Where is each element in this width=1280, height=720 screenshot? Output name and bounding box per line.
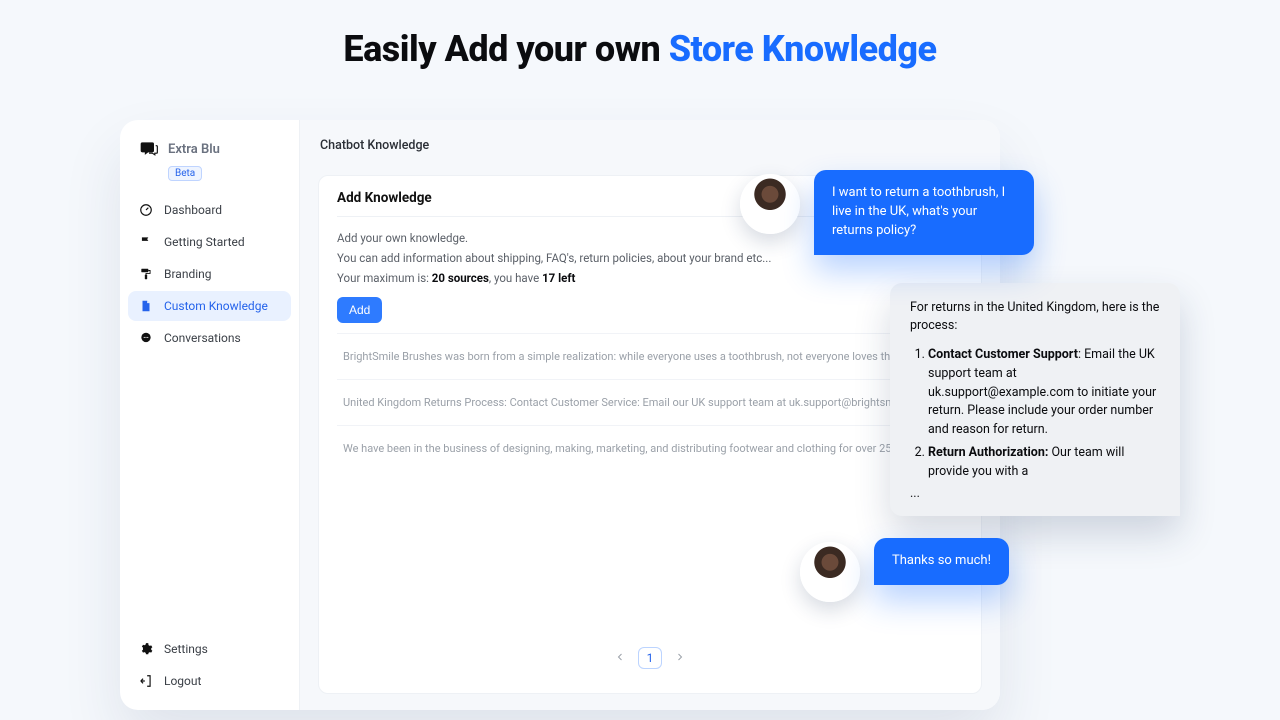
chevron-right-icon — [674, 651, 686, 663]
panel-title: Add Knowledge — [337, 190, 963, 217]
logout-icon — [138, 673, 154, 689]
panel-desc-1: Add your own knowledge. — [337, 231, 963, 245]
add-button[interactable]: Add — [337, 297, 382, 323]
sidebar-item-getting-started[interactable]: Getting Started — [128, 227, 291, 257]
pager-next[interactable] — [670, 649, 690, 668]
hero-title: Easily Add your own Store Knowledge — [0, 0, 1280, 70]
beta-badge: Beta — [168, 166, 202, 181]
pager-current[interactable]: 1 — [638, 647, 663, 669]
list-item[interactable]: United Kingdom Returns Process: Contact … — [337, 379, 963, 425]
gear-icon — [138, 641, 154, 657]
chat-icon — [138, 330, 154, 346]
sidebar-item-conversations[interactable]: Conversations — [128, 323, 291, 353]
brand-logo-icon — [138, 138, 160, 160]
sidebar: Extra Blu Beta Dashboard Getting Started — [120, 120, 300, 710]
flag-icon — [138, 234, 154, 250]
chevron-left-icon — [614, 651, 626, 663]
sidebar-item-label: Getting Started — [164, 235, 245, 249]
panel-desc-2: You can add information about shipping, … — [337, 251, 963, 265]
paint-roller-icon — [138, 266, 154, 282]
pagination: 1 — [337, 637, 963, 669]
limits-max: 20 sources — [432, 271, 489, 285]
panel-limits: Your maximum is: 20 sources, you have 17… — [337, 271, 963, 285]
sidebar-item-custom-knowledge[interactable]: Custom Knowledge — [128, 291, 291, 321]
sidebar-item-label: Conversations — [164, 331, 241, 345]
sidebar-item-logout[interactable]: Logout — [128, 666, 291, 696]
sidebar-bottom: Settings Logout — [128, 634, 291, 696]
sidebar-item-settings[interactable]: Settings — [128, 634, 291, 664]
app-window: Extra Blu Beta Dashboard Getting Started — [120, 120, 1000, 710]
sidebar-item-label: Dashboard — [164, 203, 222, 217]
add-knowledge-panel: Add Knowledge Add your own knowledge. Yo… — [318, 175, 982, 694]
list-item[interactable]: BrightSmile Brushes was born from a simp… — [337, 333, 963, 379]
knowledge-list: BrightSmile Brushes was born from a simp… — [337, 333, 963, 471]
brand-name: Extra Blu — [168, 142, 220, 157]
sidebar-nav: Dashboard Getting Started Branding Custo… — [128, 195, 291, 634]
page-title: Chatbot Knowledge — [318, 138, 982, 153]
sidebar-item-branding[interactable]: Branding — [128, 259, 291, 289]
sidebar-item-dashboard[interactable]: Dashboard — [128, 195, 291, 225]
hero-title-pre: Easily Add your own — [343, 28, 668, 70]
limits-left: 17 left — [542, 271, 575, 285]
limits-pre: Your maximum is: — [337, 271, 432, 285]
sidebar-item-label: Logout — [164, 674, 201, 688]
document-icon — [138, 298, 154, 314]
limits-have: , you have — [489, 271, 542, 285]
sidebar-item-label: Settings — [164, 642, 208, 656]
sidebar-item-label: Branding — [164, 267, 212, 281]
brand-block: Extra Blu — [128, 134, 291, 162]
sidebar-item-label: Custom Knowledge — [164, 299, 268, 313]
main-content: Chatbot Knowledge Add Knowledge Add your… — [300, 120, 1000, 710]
hero-title-accent: Store Knowledge — [669, 28, 937, 70]
pager-prev[interactable] — [610, 649, 630, 668]
list-item[interactable]: We have been in the business of designin… — [337, 425, 963, 471]
gauge-icon — [138, 202, 154, 218]
